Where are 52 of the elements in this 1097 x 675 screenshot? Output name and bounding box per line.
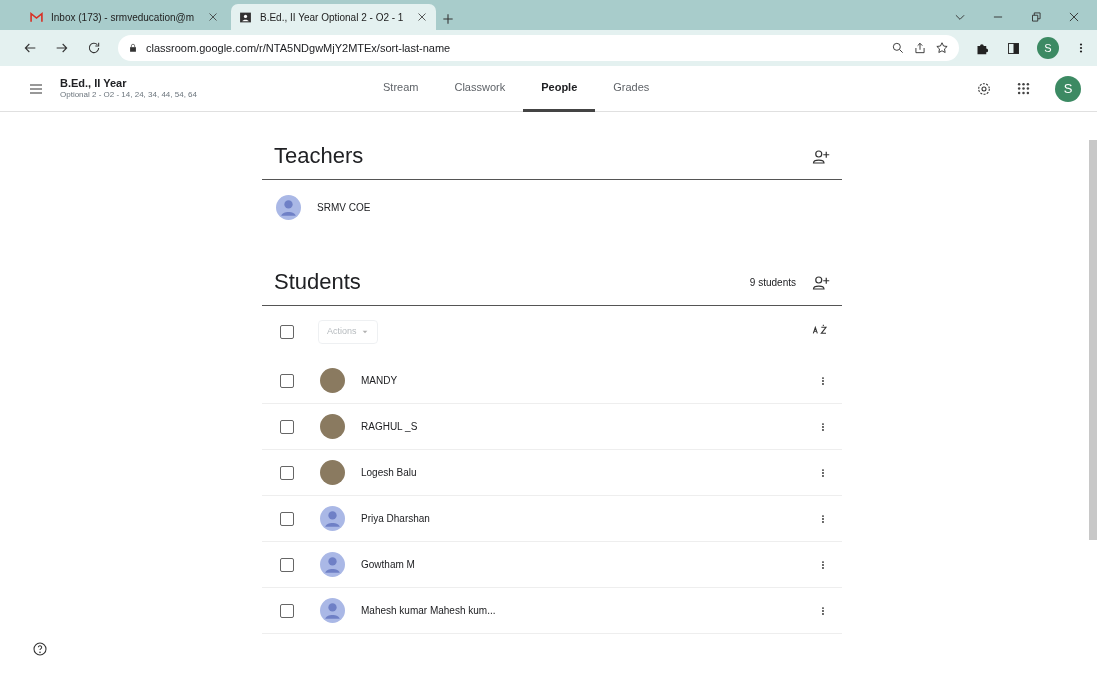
reload-icon[interactable]	[86, 40, 102, 56]
tab-title: B.Ed., II Year Optional 2 - O2 - 1	[260, 11, 404, 23]
row-checkbox[interactable]	[280, 465, 294, 480]
row-checkbox[interactable]	[280, 557, 294, 572]
row-checkbox[interactable]	[280, 373, 294, 388]
add-person-icon[interactable]	[812, 147, 830, 166]
account-avatar[interactable]: S	[1055, 75, 1081, 102]
share-icon[interactable]	[913, 41, 927, 55]
close-icon[interactable]	[416, 11, 428, 23]
apps-grid-icon[interactable]	[1016, 81, 1031, 96]
photo-placeholder	[320, 414, 345, 439]
close-icon[interactable]	[1067, 10, 1081, 24]
browser-tab[interactable]: Inbox (173) - srmveducation@m	[22, 4, 227, 30]
mail-icon	[30, 10, 43, 24]
restore-icon[interactable]	[1029, 10, 1043, 24]
section-heading: Teachers	[274, 143, 365, 170]
student-name: RAGHUL _S	[361, 420, 419, 434]
student-name: Mahesh kumar Mahesh kum...	[361, 604, 497, 618]
row-checkbox[interactable]	[280, 511, 294, 526]
browser-tab[interactable]: B.Ed., II Year Optional 2 - O2 - 1	[231, 4, 436, 30]
student-name: Priya Dharshan	[361, 512, 431, 526]
nav-tab[interactable]: Classwork	[436, 65, 524, 112]
student-name: Logesh Balu	[361, 466, 418, 480]
person-avatar-icon	[320, 506, 345, 531]
zoom-icon[interactable]	[891, 41, 905, 55]
add-person-icon[interactable]	[812, 273, 830, 292]
side-panel-icon[interactable]	[1006, 40, 1021, 56]
photo-placeholder	[320, 460, 345, 485]
person-avatar-icon	[320, 598, 345, 623]
row-checkbox[interactable]	[280, 419, 294, 434]
people-board-icon	[239, 10, 252, 24]
settings-icon[interactable]	[976, 80, 992, 97]
row-checkbox[interactable]	[280, 603, 294, 618]
section-heading: Students	[274, 269, 362, 296]
person-avatar-icon	[320, 552, 345, 577]
student-count: 9 students	[749, 276, 796, 290]
teacher-name: SRMV COE	[317, 200, 371, 215]
lock-icon	[128, 43, 138, 53]
scrollbar[interactable]	[1089, 140, 1097, 540]
nav-tab[interactable]: Grades	[595, 65, 668, 112]
caret-icon	[360, 328, 369, 336]
help-icon[interactable]	[32, 641, 48, 657]
photo-placeholder	[320, 368, 345, 393]
person-avatar-icon	[276, 194, 301, 220]
star-icon[interactable]	[935, 41, 949, 55]
profile-avatar[interactable]: S	[1037, 37, 1059, 59]
tab-title: Inbox (173) - srmveducation@m	[51, 11, 194, 23]
close-icon[interactable]	[207, 11, 219, 23]
student-name: MANDY	[361, 374, 399, 388]
student-name: Gowtham M	[361, 558, 416, 572]
nav-tab[interactable]: People	[523, 65, 596, 112]
select-all-checkbox[interactable]	[280, 325, 294, 339]
